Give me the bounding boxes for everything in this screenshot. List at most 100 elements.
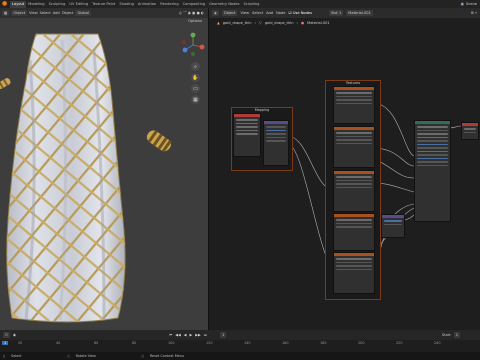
timeline-ruler[interactable]: 1 20 40 60 80 100 120 140 160 180 200 22…: [0, 340, 480, 352]
node-header: [382, 215, 404, 218]
socket-row: [266, 133, 286, 135]
tab-uv-editing[interactable]: UV Editing: [67, 1, 90, 8]
keying-icon[interactable]: ◉: [13, 333, 16, 337]
start-frame-field[interactable]: 1: [453, 332, 460, 338]
3d-viewport[interactable]: ▦ Object View Select Add Object Global ◎…: [0, 8, 208, 330]
socket-row: [336, 132, 372, 134]
jump-start-icon[interactable]: ⏮: [169, 333, 172, 337]
gold-rope-piece-right: [146, 130, 172, 153]
snap-icon[interactable]: ◎ ⌒ ◉ ▣ ● ◐: [179, 11, 208, 16]
socket-row: [384, 220, 402, 222]
normal-map-node[interactable]: [381, 214, 405, 238]
mode-dropdown[interactable]: Object: [11, 10, 28, 16]
tab-shading[interactable]: Shading: [117, 1, 136, 8]
frame-title: Textures: [345, 81, 361, 85]
timeline-tick: 180: [320, 341, 327, 345]
current-frame-field[interactable]: 1: [220, 332, 227, 338]
timeline-tick: 140: [244, 341, 251, 345]
socket-row: [336, 139, 372, 141]
top-menu-bar: ● Layout Modeling Sculpting UV Editing T…: [0, 0, 480, 8]
tab-scripting[interactable]: Scripting: [241, 1, 261, 8]
tab-geometry-nodes[interactable]: Geometry Nodes: [207, 1, 241, 8]
socket-row: [417, 150, 448, 152]
prev-key-icon[interactable]: ◀◀: [175, 333, 181, 337]
socket-row: [417, 133, 448, 135]
socket-row: [336, 265, 372, 267]
scene-icon: ▣: [460, 2, 465, 6]
socket-row: [417, 136, 448, 138]
timeline-tick: 200: [358, 341, 365, 345]
transform-orientation-dropdown[interactable]: Global: [75, 10, 91, 16]
node-header: [334, 171, 374, 174]
socket-row: [336, 183, 372, 185]
node-header: [334, 253, 374, 256]
play-reverse-icon[interactable]: ◀: [184, 333, 187, 337]
image-texture-node[interactable]: [333, 213, 375, 251]
socket-row: [464, 131, 476, 133]
timeline-tick: 120: [206, 341, 213, 345]
socket-row: [417, 157, 448, 159]
tab-animation[interactable]: Animation: [136, 1, 158, 8]
editor-type-button[interactable]: ▦: [2, 10, 10, 16]
image-texture-node[interactable]: [333, 252, 375, 294]
socket-row: [336, 176, 372, 178]
socket-row: [236, 119, 258, 121]
timeline-tick: 240: [434, 341, 441, 345]
viewport-header: ▦ Object View Select Add Object Global ◎…: [0, 8, 208, 18]
gold-rope-piece-left: [0, 78, 11, 89]
status-bar: 🖱 Select 🖱 Rotate View 🖱 Reset Context M…: [0, 352, 480, 360]
timeline-tick: 100: [168, 341, 175, 345]
jump-end-icon[interactable]: ⏭: [204, 333, 207, 337]
socket-row: [336, 261, 372, 263]
node-header: [462, 123, 478, 126]
view-menu[interactable]: View: [29, 11, 38, 15]
object-menu[interactable]: Object: [62, 11, 74, 15]
tab-sculpting[interactable]: Sculpting: [47, 1, 68, 8]
texture-coordinate-node[interactable]: [233, 113, 261, 157]
select-menu[interactable]: Select: [40, 11, 51, 15]
socket-row: [336, 222, 372, 224]
node-header: [334, 87, 374, 90]
timeline-tick: 40: [56, 341, 61, 345]
socket-row: [417, 147, 448, 149]
socket-row: [417, 161, 448, 163]
playback-menu[interactable]: ⏱: [3, 332, 10, 338]
socket-row: [266, 126, 286, 128]
play-icon[interactable]: ▶: [189, 333, 192, 337]
socket-row: [236, 133, 258, 135]
socket-row: [336, 258, 372, 260]
mapping-node[interactable]: [263, 120, 289, 166]
tab-compositing[interactable]: Compositing: [181, 1, 208, 8]
socket-row: [417, 164, 448, 166]
add-menu[interactable]: Add: [53, 11, 60, 15]
playback-controls: ⏮ ◀◀ ◀ ▶ ▶▶ ⏭: [169, 333, 207, 337]
shader-node-editor[interactable]: ◈ Object View Select Add Node ☑ Use Node…: [208, 8, 480, 330]
material-output-node[interactable]: [461, 122, 479, 140]
socket-row: [336, 135, 372, 137]
tab-rendering[interactable]: Rendering: [158, 1, 180, 8]
current-frame-marker[interactable]: 1: [2, 341, 9, 345]
socket-row: [417, 129, 448, 131]
tab-texture-paint[interactable]: Texture Paint: [90, 1, 117, 8]
socket-row: [236, 129, 258, 131]
principled-bsdf-node[interactable]: [414, 120, 451, 222]
socket-row: [336, 268, 372, 270]
blender-logo-icon[interactable]: ●: [2, 1, 8, 7]
next-key-icon[interactable]: ▶▶: [195, 333, 201, 337]
tab-modeling[interactable]: Modeling: [26, 1, 46, 8]
socket-row: [336, 142, 372, 144]
mouse-left-icon: 🖱: [3, 354, 6, 358]
drape-mesh-object[interactable]: [0, 20, 208, 330]
socket-row: [417, 126, 448, 128]
image-texture-node[interactable]: [333, 170, 375, 212]
socket-row: [417, 154, 448, 156]
image-texture-node[interactable]: [333, 86, 375, 124]
mouse-right-icon: 🖱: [141, 354, 144, 358]
image-texture-node[interactable]: [333, 126, 375, 168]
status-context-menu: Reset Context Menu: [149, 354, 185, 358]
socket-row: [336, 95, 372, 97]
socket-row: [336, 179, 372, 181]
scene-selector[interactable]: ▣ Scene: [461, 2, 480, 6]
tab-layout[interactable]: Layout: [10, 0, 27, 8]
node-header: [334, 127, 374, 130]
